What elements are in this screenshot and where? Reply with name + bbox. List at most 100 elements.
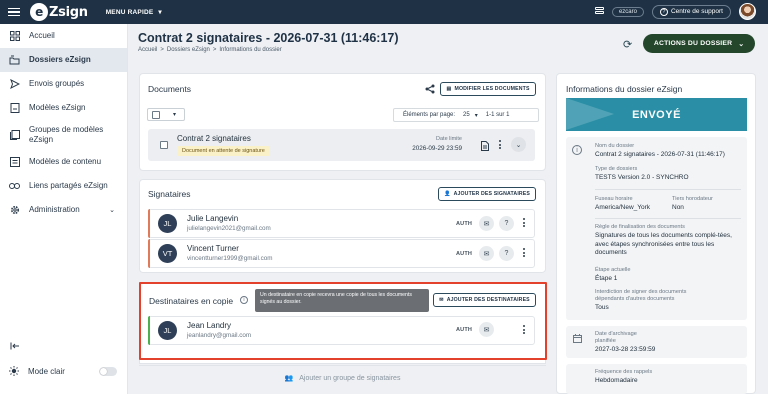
support-label: Centre de support: [670, 8, 723, 15]
status-label: ENVOYÉ: [632, 108, 681, 121]
sidebar-item-accueil[interactable]: Accueil: [0, 24, 127, 48]
document-pdf-icon[interactable]: [481, 141, 489, 153]
gear-icon: [9, 205, 20, 216]
refresh-icon[interactable]: ⟳: [623, 38, 632, 51]
type-label: Type de dossiers: [595, 166, 638, 172]
menu-rapide-label: MENU RAPIDE: [105, 8, 154, 16]
tiers-value: Non: [672, 204, 684, 211]
breadcrumb-dossiers[interactable]: Dossiers eZsign: [167, 47, 210, 53]
document-more-icon[interactable]: [499, 140, 502, 150]
type-value: TESTS Version 2.0 - SYNCHRO: [595, 174, 689, 181]
collapse-sidebar-icon[interactable]: [10, 342, 20, 352]
template-icon: [9, 103, 20, 114]
avatar: VT: [158, 244, 177, 263]
rappels-value: Hebdomadaire: [595, 377, 638, 384]
regle-label: Règle de finalisation des documents: [595, 224, 685, 230]
theme-mode-row: Mode clair: [9, 366, 117, 376]
folder-icon: [9, 55, 20, 66]
database-icon[interactable]: [594, 6, 604, 17]
sidebar-item-groupes[interactable]: Groupes de modèles eZsign: [0, 120, 127, 150]
sidebar-item-contenu[interactable]: Modèles de contenu: [0, 150, 127, 174]
status-bar: [148, 209, 150, 238]
home-icon: [9, 31, 20, 42]
share-icon[interactable]: [425, 84, 435, 96]
mail-icon[interactable]: ✉: [479, 246, 494, 261]
per-page-label: Éléments par page:: [403, 112, 456, 118]
more-icon[interactable]: [523, 218, 526, 228]
document-name[interactable]: Contrat 2 signataires: [177, 134, 251, 143]
link-icon: [9, 181, 20, 192]
etape-value: Étape 1: [595, 275, 618, 282]
bulk-select[interactable]: ▾: [147, 108, 185, 121]
edit-doc-icon: ▤: [446, 86, 452, 92]
auth-label: AUTH: [456, 251, 473, 257]
sidebar-item-administration[interactable]: Administration ⌄: [0, 198, 127, 222]
signataire-email: vincentturner1999@gmail.com: [187, 255, 273, 262]
user-chip[interactable]: ezcaro: [611, 6, 644, 17]
info-title: Informations du dossier eZsign: [566, 84, 683, 94]
send-icon: [9, 79, 20, 90]
sidebar-item-envois[interactable]: Envois groupés: [0, 72, 127, 96]
expand-chevron-icon[interactable]: ⌄: [511, 137, 526, 152]
sidebar-item-liens[interactable]: Liens partagés eZsign: [0, 174, 127, 198]
signataire-email: julielangevin2021@gmail.com: [187, 225, 271, 232]
signataire-name: Julie Langevin: [187, 214, 239, 223]
auth-label: AUTH: [456, 221, 473, 227]
select-all-checkbox[interactable]: [152, 111, 160, 119]
content-template-icon: [9, 157, 20, 168]
deadline-value: 2026-09-29 23:59: [412, 145, 462, 152]
chevron-down-icon: ⌄: [109, 207, 115, 214]
ezsign-logo[interactable]: e Zsign: [30, 3, 88, 21]
menu-rapide-button[interactable]: MENU RAPIDE ▾: [105, 8, 162, 17]
hamburger-menu-icon[interactable]: [8, 7, 20, 17]
status-badge: Document en attente de signature: [177, 146, 270, 156]
breadcrumb-accueil[interactable]: Accueil: [138, 47, 157, 53]
divider: [595, 218, 741, 219]
reminder-box: [566, 364, 747, 394]
interdiction-label: Interdiction de signer des documents dép…: [595, 289, 687, 302]
archivage-value: 2027-03-28 23:59:59: [595, 346, 656, 353]
user-avatar[interactable]: [739, 3, 756, 20]
deadline-label: Date limite: [436, 136, 462, 142]
more-icon[interactable]: [523, 248, 526, 258]
top-bar: e Zsign MENU RAPIDE ▾ ezcaro ? Centre de …: [0, 0, 768, 24]
nom-value: Contrat 2 signataires - 2026-07-31 (11:4…: [595, 151, 725, 158]
ajouter-groupe-button[interactable]: 👥 Ajouter un groupe de signataires: [139, 365, 546, 390]
rappels-label: Fréquence des rappels: [595, 369, 653, 375]
sidebar-item-dossiers[interactable]: Dossiers eZsign: [0, 48, 127, 72]
calendar-icon: [572, 333, 582, 343]
mode-label: Mode clair: [28, 366, 65, 376]
mail-icon[interactable]: ✉: [479, 216, 494, 231]
actions-du-dossier-button[interactable]: ACTIONS DU DOSSIER ⌄: [643, 34, 755, 53]
document-checkbox[interactable]: [160, 141, 168, 149]
add-group-icon: 👥: [284, 375, 294, 382]
nom-label: Nom du dossier: [595, 143, 635, 149]
question-icon[interactable]: ?: [499, 246, 514, 261]
ajouter-signataires-button[interactable]: 👤 AJOUTER DES SIGNATAIRES: [438, 187, 536, 201]
arrow-shape: [566, 98, 614, 130]
signataire-name: Vincent Turner: [187, 244, 239, 253]
regle-value: Signatures de tous les documents complé-…: [595, 232, 732, 256]
status-bar: [148, 239, 150, 268]
sidebar-item-modeles[interactable]: Modèles eZsign: [0, 96, 127, 120]
question-icon[interactable]: ?: [499, 216, 514, 231]
support-button[interactable]: ? Centre de support: [651, 4, 731, 19]
info-circle-icon: i: [572, 145, 582, 155]
actions-label: ACTIONS DU DOSSIER: [653, 40, 733, 47]
tiers-label: Tiers horodateur: [672, 196, 713, 202]
pagination: Éléments par page: 25 ▾ 1-1 sur 1: [393, 108, 539, 122]
theme-toggle[interactable]: [99, 366, 117, 376]
per-page-select[interactable]: 25 ▾: [463, 112, 478, 119]
highlight-box: [139, 282, 547, 360]
caret-down-icon: ▾: [173, 112, 177, 118]
sun-icon: [9, 366, 19, 376]
fuseau-label: Fuseau horaire: [595, 196, 633, 202]
etape-label: Étape actuelle: [595, 267, 631, 273]
interdiction-value: Tous: [595, 304, 609, 311]
modifier-documents-button[interactable]: ▤ MODIFIER LES DOCUMENTS: [440, 82, 536, 96]
caret-down-icon: ▾: [158, 9, 162, 16]
divider: [595, 189, 741, 190]
breadcrumb-current: Informations du dossier: [219, 47, 282, 53]
add-user-icon: 👤: [443, 191, 451, 197]
archivage-label: Date d'archivage planifiée: [595, 331, 637, 344]
